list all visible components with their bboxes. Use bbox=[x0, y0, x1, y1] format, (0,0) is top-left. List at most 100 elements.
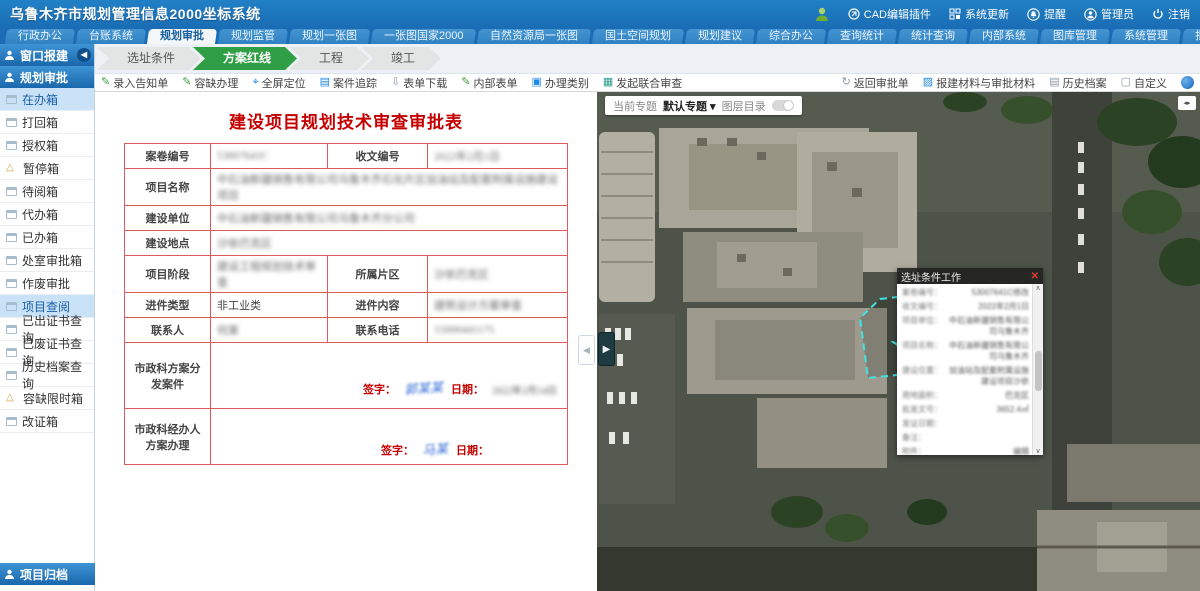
sidebar-item-dahuixiang[interactable]: 打回箱 bbox=[0, 111, 94, 134]
header-actions: CAD编辑插件 系统更新 提醒 管理员 注销 bbox=[814, 6, 1190, 22]
map-panel[interactable]: 当前专题 默认专题 ▾ 图层目录 ◂▸ 选址条件工作 ✕ 案卷编号：5300 bbox=[597, 92, 1200, 591]
popup-scrollbar[interactable]: ∧ ∨ bbox=[1032, 284, 1043, 455]
form-download-button[interactable]: ⇩表单下载 bbox=[391, 75, 447, 91]
expand-right-arrow-button[interactable]: ▶ bbox=[598, 332, 615, 366]
history-archive-button[interactable]: ▤历史档案 bbox=[1049, 75, 1106, 91]
tab-pihoujiancha[interactable]: 批后监察 bbox=[1182, 29, 1200, 44]
tab-ziranziyuanju[interactable]: 自然资源局一张图 bbox=[477, 29, 591, 44]
field-label: 市政科经办人方案办理 bbox=[125, 409, 211, 465]
tray-icon bbox=[6, 95, 17, 104]
table-row: 建设地点 沙依巴克区 bbox=[125, 231, 568, 256]
approval-table: 案卷编号 53007641C 收文编号 2022年2月1日 项目名称 中石油新疆… bbox=[124, 143, 568, 465]
step-gongcheng[interactable]: 工程 bbox=[289, 47, 369, 70]
step-jungong[interactable]: 竣工 bbox=[361, 47, 441, 70]
sidebar-item-zantingxiang[interactable]: △暂停箱 bbox=[0, 157, 94, 180]
tab-guihuashenpi[interactable]: 规划审批 bbox=[147, 29, 217, 44]
map-collapse-button[interactable]: ◂▸ bbox=[1178, 96, 1196, 110]
collapse-left-arrow-button[interactable]: ◀ bbox=[578, 335, 595, 365]
main-nav: 行政办公 台账系统 规划审批 规划监管 规划一张图 一张图国家2000 自然资源… bbox=[0, 28, 1200, 44]
sidebar-group-xiangmuguidang[interactable]: 项目归档 bbox=[0, 563, 95, 585]
handle-category-button[interactable]: ▣办理类别 bbox=[531, 75, 588, 91]
table-row: 建设单位 中石油新疆销售有限公司乌鲁木齐分公司 bbox=[125, 206, 568, 231]
person-icon bbox=[4, 72, 15, 83]
signature-cell: 签字： 郭某某 日期： 2022年2月14日 bbox=[211, 343, 568, 409]
theme-dropdown[interactable]: 默认专题 ▾ bbox=[663, 98, 716, 114]
tab-tukuguanli[interactable]: 图库管理 bbox=[1040, 29, 1110, 44]
tab-xitongguanli[interactable]: 系统管理 bbox=[1111, 29, 1181, 44]
panel-toggle-button[interactable] bbox=[1181, 76, 1194, 89]
sidebar-item-zuofeishenpi[interactable]: 作废审批 bbox=[0, 272, 94, 295]
toolbar-left: ✎录入告知单 ✎容缺办理 ⌖全屏定位 ▤案件追踪 ⇩表单下载 ✎内部表单 ▣办理… bbox=[101, 75, 682, 91]
cad-plugin-button[interactable]: CAD编辑插件 bbox=[848, 6, 931, 22]
top-header: 乌鲁木齐市规划管理信息2000坐标系统 CAD编辑插件 系统更新 提醒 管理员 bbox=[0, 0, 1200, 28]
tab-guihuajianguan[interactable]: 规划监管 bbox=[218, 29, 288, 44]
joint-review-button[interactable]: ▦发起联合审查 bbox=[603, 75, 682, 91]
sidebar-item-lishidangan[interactable]: 历史档案查询 bbox=[0, 364, 94, 387]
scroll-thumb[interactable] bbox=[1035, 351, 1042, 391]
layer-catalog-label[interactable]: 图层目录 bbox=[722, 98, 766, 114]
table-row: 进件类型 非工业类 进件内容 建筑设计方案审查 bbox=[125, 293, 568, 318]
close-icon[interactable]: ✕ bbox=[1031, 271, 1039, 282]
process-steps: 选址条件 方案红线 工程 竣工 bbox=[95, 44, 1200, 73]
field-value: 非工业类 bbox=[211, 293, 328, 318]
tab-guihuajianyi[interactable]: 规划建议 bbox=[685, 29, 755, 44]
tab-yizhangtu2000[interactable]: 一张图国家2000 bbox=[371, 29, 477, 44]
tray-icon bbox=[6, 417, 17, 426]
case-track-button[interactable]: ▤案件追踪 bbox=[320, 75, 377, 91]
step-xuanzhitiaojian[interactable]: 选址条件 bbox=[97, 47, 201, 70]
field-value: 15000441175 bbox=[428, 318, 568, 343]
layer-toggle[interactable] bbox=[772, 100, 794, 111]
scroll-down-icon[interactable]: ∨ bbox=[1035, 447, 1040, 455]
popup-title: 选址条件工作 bbox=[901, 269, 961, 284]
sidebar-group-chuangkoubaojian[interactable]: 窗口报建 ◀ bbox=[0, 44, 94, 66]
admin-button[interactable]: 管理员 bbox=[1084, 6, 1134, 22]
tray-icon bbox=[6, 141, 17, 150]
bell-icon bbox=[1027, 8, 1040, 21]
locate-icon: ⌖ bbox=[252, 77, 258, 88]
customize-button[interactable]: ▢自定义 bbox=[1121, 75, 1167, 91]
field-label: 案卷编号 bbox=[125, 144, 211, 169]
sidebar-group-guihuashenpi[interactable]: 规划审批 bbox=[0, 66, 94, 88]
field-label: 联系电话 bbox=[328, 318, 428, 343]
sign-label: 签字： bbox=[363, 381, 396, 397]
materials-button[interactable]: ▨报建材料与审批材料 bbox=[923, 75, 1035, 91]
internal-form-button[interactable]: ✎内部表单 bbox=[461, 75, 517, 91]
tab-zonghebangong[interactable]: 综合办公 bbox=[756, 29, 826, 44]
system-title: 乌鲁木齐市规划管理信息2000坐标系统 bbox=[10, 4, 261, 24]
toolbar: ✎录入告知单 ✎容缺办理 ⌖全屏定位 ▤案件追踪 ⇩表单下载 ✎内部表单 ▣办理… bbox=[95, 73, 1200, 92]
tab-neibuxitong[interactable]: 内部系统 bbox=[969, 29, 1039, 44]
sidebar-item-rongquexianshi[interactable]: △容缺限时箱 bbox=[0, 387, 94, 410]
popup-row: 案卷编号：53007641C修改 bbox=[902, 287, 1029, 298]
reminder-button[interactable]: 提醒 bbox=[1027, 6, 1066, 22]
sidebar-item-yibanxiang[interactable]: 已办箱 bbox=[0, 226, 94, 249]
return-approval-button[interactable]: ↻返回审批单 bbox=[842, 75, 909, 91]
system-update-button[interactable]: 系统更新 bbox=[949, 6, 1009, 22]
logout-button[interactable]: 注销 bbox=[1152, 6, 1190, 22]
sidebar-item-daibanxiang[interactable]: 代办箱 bbox=[0, 203, 94, 226]
sidebar-item-gaizhengxiang[interactable]: 改证箱 bbox=[0, 410, 94, 433]
grid-doc-icon: ▦ bbox=[603, 77, 613, 88]
field-label: 项目阶段 bbox=[125, 256, 211, 293]
field-label: 建设地点 bbox=[125, 231, 211, 256]
popup-row: 附件：编辑 bbox=[902, 446, 1029, 455]
sidebar-item-daiyuexiang[interactable]: 待阅箱 bbox=[0, 180, 94, 203]
sidebar-item-shouquanxiang[interactable]: 授权箱 bbox=[0, 134, 94, 157]
sidebar-item-zaibanxiang[interactable]: 在办箱 bbox=[0, 88, 94, 111]
sidebar-item-chushishenpixiang[interactable]: 处室审批箱 bbox=[0, 249, 94, 272]
step-fanganhongxian[interactable]: 方案红线 bbox=[193, 47, 297, 70]
tab-xingzhengbangong[interactable]: 行政办公 bbox=[5, 29, 75, 44]
sidebar-collapse-button[interactable]: ◀ bbox=[77, 48, 91, 62]
user-avatar-icon[interactable] bbox=[814, 6, 830, 22]
tab-tongjichaxun[interactable]: 统计查询 bbox=[898, 29, 968, 44]
scroll-up-icon[interactable]: ∧ bbox=[1035, 284, 1040, 292]
tab-guihuayizhangtu[interactable]: 规划一张图 bbox=[289, 29, 370, 44]
tab-taizhangxitong[interactable]: 台账系统 bbox=[76, 29, 146, 44]
tab-guotukongjian[interactable]: 国土空间规划 bbox=[592, 29, 684, 44]
fullscreen-locate-button[interactable]: ⌖全屏定位 bbox=[252, 75, 305, 91]
tab-chaxuntongji[interactable]: 查询统计 bbox=[827, 29, 897, 44]
field-value: 2022年2月1日 bbox=[428, 144, 568, 169]
popup-body: 案卷编号：53007641C修改 收文编号：2022年2月1日 项目单位：中石油… bbox=[897, 284, 1043, 455]
enter-notice-button[interactable]: ✎录入告知单 bbox=[101, 75, 168, 91]
popup-header[interactable]: 选址条件工作 ✕ bbox=[897, 268, 1043, 284]
tolerance-handle-button[interactable]: ✎容缺办理 bbox=[182, 75, 238, 91]
